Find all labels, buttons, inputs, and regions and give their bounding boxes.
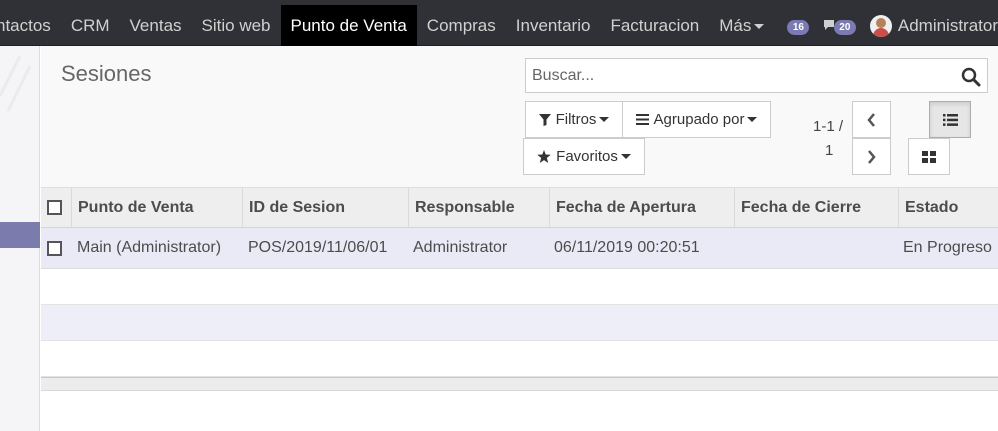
row-checkbox[interactable] [47,240,62,256]
menu-item-contactos[interactable]: ntactos [0,5,61,46]
cell-fecha-de-cierre [733,228,897,268]
column-header-fecha-de-apertura[interactable]: Fecha de Apertura [549,188,734,227]
column-header-responsable[interactable]: Responsable [408,188,549,227]
menu-item-inventario[interactable]: Inventario [506,5,601,46]
kanban-view-button[interactable] [908,138,950,175]
cell-punto-de-venta: Main (Administrator) [77,239,222,256]
empty-row [41,341,998,377]
row-select-cell [41,228,71,268]
sessions-table: Punto de Venta ID de Sesion Responsable … [41,188,998,377]
systray: 16 20 Administrator [787,5,998,46]
select-all-checkbox[interactable] [47,200,62,215]
pager-previous-button[interactable] [852,101,891,138]
message-count-badge: 20 [833,19,856,35]
search-box [525,58,988,93]
pager-range[interactable]: 1-1 / [813,118,843,135]
favorites-label: Favoritos [556,148,618,165]
favorites-button[interactable]: Favoritos [523,138,645,175]
cell-estado: En Progreso [903,239,992,256]
control-panel: Sesiones Filtros Agrupado por Favoritos … [41,46,998,188]
messaging-button[interactable]: 20 [823,17,856,35]
chevron-down-icon [620,154,631,159]
menu-item-facturacion[interactable]: Facturacion [600,5,709,46]
column-header-punto-de-venta[interactable]: Punto de Venta [71,188,242,227]
mas-label: Más [719,16,752,35]
user-name: Administrator [897,15,998,35]
column-header-id-de-sesion[interactable]: ID de Sesion [242,188,408,227]
chevron-right-icon [868,149,876,164]
empty-row [41,269,998,305]
column-header-estado[interactable]: Estado [898,188,998,227]
chevron-down-icon [754,24,765,30]
table-footer [41,377,998,391]
search-icon[interactable] [961,67,981,87]
star-icon [537,150,551,163]
main-menu: ntactos CRM Ventas Sitio web Punto de Ve… [0,0,774,46]
top-navbar: ntactos CRM Ventas Sitio web Punto de Ve… [0,0,998,46]
column-header-fecha-de-cierre[interactable]: Fecha de Cierre [734,188,898,227]
empty-row [41,305,998,341]
sidebar [0,46,40,431]
chevron-down-icon [599,117,610,122]
pager-next-button[interactable] [852,138,891,175]
kanban-view-icon [922,150,936,163]
filters-label: Filtros [555,111,597,128]
menu-item-sitio-web[interactable]: Sitio web [192,5,281,46]
menu-item-ventas[interactable]: Ventas [120,5,192,46]
page-title: Sesiones [61,61,152,86]
table-header: Punto de Venta ID de Sesion Responsable … [41,188,998,228]
table-row[interactable]: Main (Administrator) POS/2019/11/06/01 A… [41,228,998,269]
chevron-down-icon [747,117,758,122]
menu-item-punto-de-venta[interactable]: Punto de Venta [280,5,417,46]
sidebar-active-item[interactable] [0,222,40,248]
user-menu[interactable]: Administrator [869,14,998,37]
menu-item-mas[interactable]: Más [709,5,774,46]
list-bars-icon [635,114,649,125]
select-all-cell [41,188,71,227]
filters-button[interactable]: Filtros [525,101,623,138]
avatar [869,14,892,37]
list-view-icon [942,113,958,126]
pager-total: 1 [825,142,834,159]
activity-count-badge: 16 [787,19,810,35]
groupby-label: Agrupado por [653,111,745,128]
menu-item-crm[interactable]: CRM [61,5,120,46]
chevron-left-icon [867,112,875,127]
cell-fecha-de-apertura: 06/11/2019 00:20:51 [554,239,700,256]
search-input[interactable] [526,59,946,92]
groupby-button[interactable]: Agrupado por [622,101,771,138]
cell-id-de-sesion: POS/2019/11/06/01 [248,239,388,256]
cell-responsable: Administrator [413,239,508,256]
list-view-button[interactable] [929,101,971,138]
activity-button[interactable]: 16 [787,17,810,35]
menu-item-compras[interactable]: Compras [417,5,506,46]
filter-icon [538,113,551,126]
decorative-stripes-icon [0,56,32,112]
